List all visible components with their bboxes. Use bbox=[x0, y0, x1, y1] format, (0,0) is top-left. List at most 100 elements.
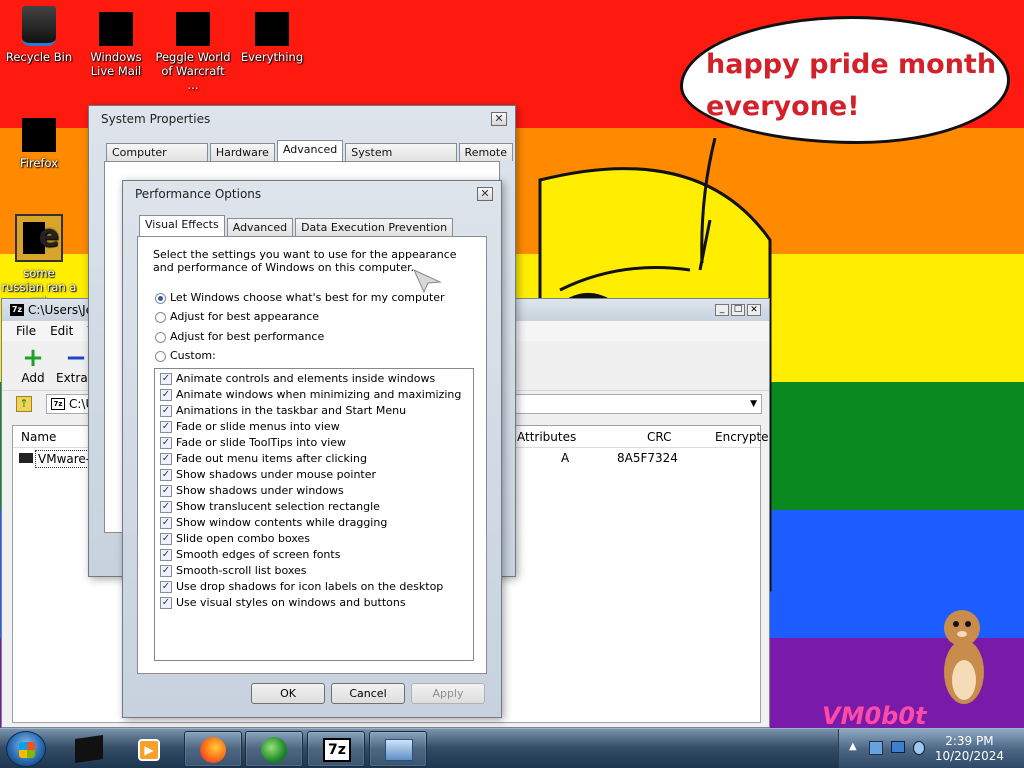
everything-search-icon bbox=[255, 12, 289, 46]
radio-button bbox=[155, 311, 166, 323]
recycle-bin-icon bbox=[22, 6, 56, 46]
check-icon: ✓ bbox=[160, 469, 172, 481]
sevenzip-icon: 7z bbox=[323, 738, 351, 762]
check-icon: ✓ bbox=[160, 421, 172, 433]
checkbox-window-contents-dragging[interactable]: ✓ Show window contents while dragging bbox=[155, 515, 473, 531]
clock[interactable]: 2:39 PM 10/20/2024 bbox=[935, 734, 1004, 764]
performance-options-title: Performance Options bbox=[135, 187, 262, 201]
taskbar-download-manager[interactable] bbox=[245, 731, 303, 767]
up-folder-icon[interactable]: ↑ bbox=[16, 396, 32, 412]
checkbox-smooth-fonts[interactable]: ✓ Smooth edges of screen fonts bbox=[155, 547, 473, 563]
tab-advanced[interactable]: Advanced bbox=[276, 140, 344, 161]
check-icon: ✓ bbox=[160, 405, 172, 417]
checkbox-visual-styles[interactable]: ✓ Use visual styles on windows and button… bbox=[155, 595, 473, 611]
system-properties-icon bbox=[385, 739, 413, 761]
column-encrypted[interactable]: Encrypte bbox=[715, 426, 769, 448]
checkbox-smooth-scroll[interactable]: ✓ Smooth-scroll list boxes bbox=[155, 563, 473, 579]
radio-let-windows-choose[interactable]: Let Windows choose what's best for my co… bbox=[155, 290, 445, 306]
add-button[interactable]: + Add bbox=[16, 345, 50, 385]
system-properties-titlebar[interactable]: System Properties ✕ bbox=[89, 106, 515, 132]
check-icon: ✓ bbox=[160, 485, 172, 497]
desktop-icon-some-russian-ran-a-rat[interactable]: e some russian ran a rat bbox=[1, 214, 77, 308]
desktop-icon-firefox[interactable]: Firefox bbox=[1, 118, 77, 170]
tab-advanced[interactable]: Advanced bbox=[226, 218, 294, 236]
checkbox-fade-menus[interactable]: ✓ Fade or slide menus into view bbox=[155, 419, 473, 435]
checkbox-translucent-selection[interactable]: ✓ Show translucent selection rectangle bbox=[155, 499, 473, 515]
taskbar-firefox[interactable] bbox=[184, 731, 242, 767]
desktop-icon-recycle-bin[interactable]: Recycle Bin bbox=[1, 6, 77, 64]
show-hidden-icons-icon[interactable]: ▲ bbox=[849, 741, 857, 752]
desktop-icon-everything[interactable]: Everything bbox=[234, 12, 310, 64]
column-attributes[interactable]: Attributes bbox=[517, 426, 576, 448]
checkbox-fade-tooltips[interactable]: ✓ Fade or slide ToolTips into view bbox=[155, 435, 473, 451]
radio-best-appearance[interactable]: Adjust for best appearance bbox=[155, 309, 319, 325]
tab-remote[interactable]: Remote bbox=[458, 143, 513, 161]
tab-data-execution-prevention[interactable]: Data Execution Prevention bbox=[295, 218, 454, 236]
check-icon: ✓ bbox=[160, 581, 172, 593]
desktop-icon-peggle[interactable]: Peggle World of Warcraft ... bbox=[155, 12, 231, 92]
check-icon: ✓ bbox=[160, 517, 172, 529]
check-icon: ✓ bbox=[160, 533, 172, 545]
firefox-icon bbox=[22, 118, 56, 152]
speech-bubble-text: happy pride month everyone! bbox=[706, 49, 997, 122]
start-button[interactable] bbox=[6, 731, 46, 767]
checkbox-icon-label-shadows[interactable]: ✓ Use drop shadows for icon labels on the… bbox=[155, 579, 473, 595]
mouse-pointer-icon bbox=[412, 268, 442, 294]
hamster-image bbox=[944, 610, 984, 704]
check-icon: ✓ bbox=[160, 453, 172, 465]
taskbar-pinned-terminal[interactable] bbox=[60, 731, 118, 767]
radio-button-selected bbox=[155, 292, 166, 304]
desktop-icon-windows-live-mail[interactable]: Windows Live Mail bbox=[78, 12, 154, 78]
media-player-icon: ▶ bbox=[138, 739, 160, 761]
plus-icon: + bbox=[22, 343, 44, 373]
system-tray: ▲ 2:39 PM 10/20/2024 bbox=[838, 729, 1024, 768]
tab-computer-name[interactable]: Computer Name bbox=[106, 143, 208, 176]
taskbar-pinned-media-player[interactable]: ▶ bbox=[120, 731, 178, 767]
minimize-button[interactable]: _ bbox=[715, 304, 729, 316]
system-properties-tabs: Computer Name Hardware Advanced System P… bbox=[106, 140, 515, 176]
close-button[interactable]: ✕ bbox=[491, 112, 507, 126]
close-button[interactable]: ✕ bbox=[747, 304, 761, 316]
checkbox-animate-windows[interactable]: ✓ Animate windows when minimizing and max… bbox=[155, 387, 473, 403]
checkbox-window-shadows[interactable]: ✓ Show shadows under windows bbox=[155, 483, 473, 499]
radio-custom[interactable]: Custom: bbox=[155, 348, 216, 364]
performance-options-tabs: Visual Effects Advanced Data Execution P… bbox=[139, 215, 455, 236]
checkbox-taskbar-animations[interactable]: ✓ Animations in the taskbar and Start Men… bbox=[155, 403, 473, 419]
close-button[interactable]: ✕ bbox=[477, 187, 493, 201]
peggle-icon bbox=[176, 12, 210, 46]
menu-edit[interactable]: Edit bbox=[50, 321, 73, 341]
tab-hardware[interactable]: Hardware bbox=[209, 143, 275, 161]
taskbar: ▶ 7z ▲ 2:39 PM 10/20/2024 bbox=[0, 728, 1024, 768]
address-dropdown-icon[interactable]: ▼ bbox=[750, 395, 757, 413]
network-icon[interactable] bbox=[869, 741, 883, 755]
watermark-text: VM0b0t bbox=[822, 702, 927, 730]
tab-visual-effects[interactable]: Visual Effects bbox=[139, 215, 225, 236]
volume-icon[interactable] bbox=[913, 741, 925, 755]
menu-file[interactable]: File bbox=[16, 321, 36, 341]
check-icon: ✓ bbox=[160, 549, 172, 561]
column-crc[interactable]: CRC bbox=[647, 426, 672, 448]
maximize-button[interactable]: □ bbox=[731, 304, 745, 316]
bubble-tail bbox=[700, 138, 717, 264]
windows-live-mail-icon bbox=[99, 12, 133, 46]
check-icon: ✓ bbox=[160, 565, 172, 577]
display-icon[interactable] bbox=[891, 741, 905, 753]
visual-effects-list[interactable]: ✓ Animate controls and elements inside wi… bbox=[154, 368, 474, 661]
performance-options-titlebar[interactable]: Performance Options ✕ bbox=[123, 181, 501, 207]
column-name[interactable]: Name bbox=[21, 426, 56, 448]
cancel-button[interactable]: Cancel bbox=[331, 683, 405, 704]
taskbar-system-properties[interactable] bbox=[369, 731, 427, 767]
terminal-icon bbox=[75, 735, 103, 763]
radio-best-performance[interactable]: Adjust for best performance bbox=[155, 329, 324, 345]
address-7z-icon: 7z bbox=[51, 398, 65, 410]
checkbox-animate-controls[interactable]: ✓ Animate controls and elements inside wi… bbox=[155, 371, 473, 387]
apply-button[interactable]: Apply bbox=[411, 683, 485, 704]
tab-system-protection[interactable]: System Protection bbox=[345, 143, 457, 176]
checkbox-pointer-shadows[interactable]: ✓ Show shadows under mouse pointer bbox=[155, 467, 473, 483]
checkbox-fade-menu-items[interactable]: ✓ Fade out menu items after clicking bbox=[155, 451, 473, 467]
ok-button[interactable]: OK bbox=[251, 683, 325, 704]
checkbox-slide-combo-boxes[interactable]: ✓ Slide open combo boxes bbox=[155, 531, 473, 547]
taskbar-7zip[interactable]: 7z bbox=[307, 731, 365, 767]
globe-download-icon bbox=[261, 737, 287, 763]
performance-options-window[interactable]: Performance Options ✕ Visual Effects Adv… bbox=[122, 180, 502, 718]
